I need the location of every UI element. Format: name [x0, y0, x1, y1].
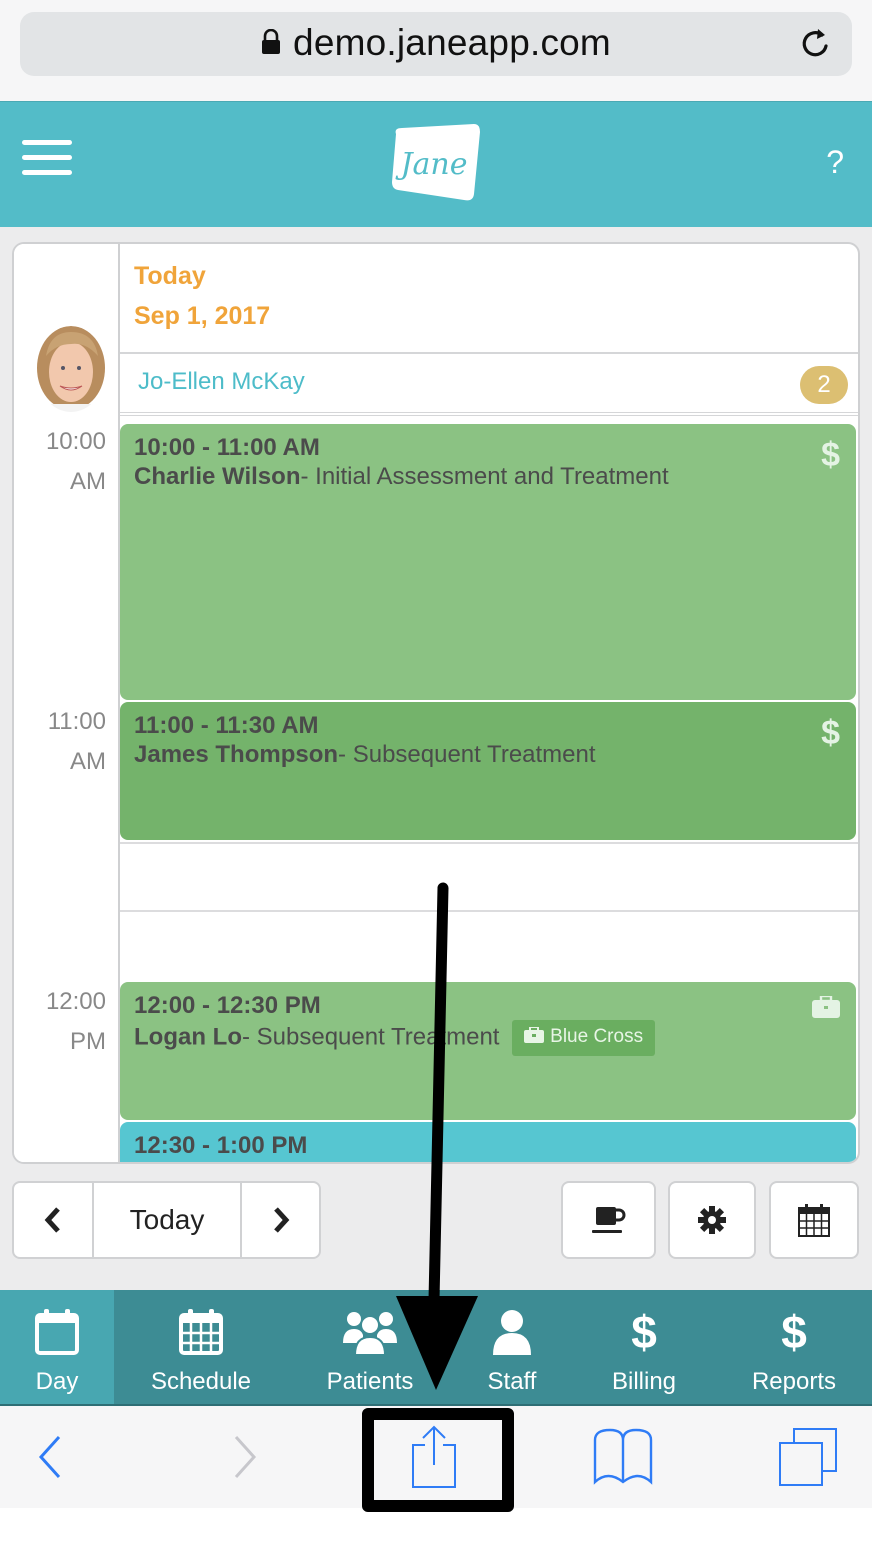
- lock-icon: [262, 29, 281, 55]
- date-navigation: Today: [12, 1181, 321, 1259]
- day-calendar: 10:00 AM 11:00 AM 12:00 PM Today Sep 1, …: [12, 242, 860, 1164]
- reload-icon[interactable]: [798, 26, 834, 62]
- bookmarks-icon: [593, 1428, 653, 1485]
- tab-patients[interactable]: Patients: [288, 1290, 452, 1404]
- next-day-button[interactable]: [242, 1183, 319, 1257]
- url-text: demo.janeapp.com: [293, 22, 611, 63]
- time-label-10am-hour: 10:00: [45, 428, 106, 455]
- break-button[interactable]: [561, 1181, 656, 1259]
- today-button[interactable]: Today: [94, 1183, 242, 1257]
- chevron-left-icon: [44, 1207, 60, 1233]
- dollar-icon: $: [781, 1306, 807, 1358]
- jane-logo[interactable]: Jane: [388, 124, 484, 202]
- app-header: Jane ?: [0, 101, 872, 227]
- appointment-card[interactable]: 11:00 - 11:30 AM James Thompson- Subsequ…: [120, 702, 856, 840]
- appointment-card[interactable]: 12:00 - 12:30 PM Logan Lo- Subsequent Tr…: [120, 982, 856, 1120]
- briefcase-icon: [812, 996, 840, 1018]
- day-header: Today Sep 1, 2017: [120, 244, 858, 354]
- tab-schedule[interactable]: Schedule: [114, 1290, 288, 1404]
- tab-label: Schedule: [150, 1368, 252, 1395]
- insurance-name: Blue Cross: [550, 1026, 644, 1047]
- tab-reports[interactable]: $ Reports: [716, 1290, 872, 1404]
- patient-name[interactable]: James Thompson: [134, 741, 338, 768]
- staff-person-icon: [493, 1310, 531, 1355]
- url-display[interactable]: demo.janeapp.com: [20, 12, 852, 76]
- calendar-picker-button[interactable]: [769, 1181, 859, 1259]
- appointment-time: 10:00 - 11:00 AM: [134, 434, 320, 461]
- tab-label: Patients: [326, 1368, 414, 1395]
- time-label-12pm-period: PM: [70, 1028, 106, 1055]
- treatment-name: - Initial Assessment and Treatment: [300, 463, 669, 490]
- calendar-icon: [798, 1204, 830, 1237]
- tab-billing[interactable]: $ Billing: [572, 1290, 716, 1404]
- browser-address-area: demo.janeapp.com: [0, 0, 872, 101]
- logo-text: Jane: [395, 147, 468, 182]
- coffee-icon: [591, 1207, 625, 1233]
- tab-day[interactable]: Day: [0, 1290, 114, 1404]
- back-icon: [38, 1435, 61, 1479]
- date-label: Sep 1, 2017: [134, 302, 271, 330]
- tab-label: Day: [35, 1368, 79, 1395]
- patients-group-icon: [343, 1312, 397, 1355]
- tab-label: Reports: [751, 1368, 837, 1395]
- time-label-10am-period: AM: [70, 468, 106, 495]
- hamburger-menu-icon[interactable]: [22, 140, 74, 180]
- time-label-11am-hour: 11:00: [47, 708, 106, 735]
- time-column: 10:00 AM 11:00 AM 12:00 PM: [14, 244, 120, 1162]
- tabs-button[interactable]: [776, 1406, 840, 1508]
- forward-icon: [234, 1435, 257, 1479]
- tabs-icon: [779, 1428, 837, 1486]
- patient-name[interactable]: Logan Lo: [134, 1023, 242, 1050]
- staff-header[interactable]: Jo-Ellen McKay 2: [120, 354, 858, 416]
- appointment-card[interactable]: 10:00 - 11:00 AM Charlie Wilson- Initial…: [120, 424, 856, 700]
- appointment-count-badge: 2: [800, 366, 848, 404]
- dollar-icon: $: [821, 436, 840, 474]
- treatment-name: - Subsequent Treatment: [241, 1023, 500, 1051]
- treatment-name: - Subsequent Treatment: [338, 741, 596, 768]
- dollar-icon: $: [631, 1306, 657, 1358]
- forward-button[interactable]: [225, 1406, 265, 1508]
- settings-button[interactable]: [668, 1181, 756, 1259]
- help-icon[interactable]: ?: [826, 144, 844, 181]
- calendar-day-icon: [35, 1309, 79, 1355]
- back-button[interactable]: [30, 1406, 70, 1508]
- appointment-time: 12:00 - 12:30 PM: [134, 992, 321, 1019]
- time-label-11am-period: AM: [70, 748, 106, 775]
- prev-day-button[interactable]: [14, 1183, 94, 1257]
- annotation-highlight-box: [362, 1408, 514, 1512]
- appointment-card[interactable]: 12:30 - 1:00 PM: [120, 1122, 856, 1162]
- tab-label: Staff: [487, 1368, 537, 1395]
- address-bar[interactable]: demo.janeapp.com: [20, 12, 852, 76]
- calendar-grid-icon: [179, 1309, 223, 1355]
- time-label-12pm-hour: 12:00: [45, 988, 106, 1015]
- staff-name[interactable]: Jo-Ellen McKay: [138, 368, 305, 396]
- appointment-time: 11:00 - 11:30 AM: [134, 712, 319, 739]
- slot-divider: [120, 910, 858, 912]
- slot-divider: [120, 842, 858, 844]
- staff-avatar[interactable]: [36, 326, 106, 412]
- insurance-badge: Blue Cross: [512, 1020, 656, 1056]
- chevron-right-icon: [273, 1207, 289, 1233]
- dollar-icon: $: [821, 714, 840, 752]
- gear-icon: [698, 1206, 726, 1234]
- app-tab-bar: Day Schedule Patients Staff $ Billing $ …: [0, 1290, 872, 1406]
- bookmarks-button[interactable]: [590, 1406, 656, 1508]
- appointment-time: 12:30 - 1:00 PM: [134, 1132, 308, 1159]
- tab-staff[interactable]: Staff: [452, 1290, 572, 1404]
- briefcase-icon: [524, 1027, 545, 1044]
- tab-label: Billing: [611, 1368, 677, 1395]
- patient-name[interactable]: Charlie Wilson: [134, 463, 300, 490]
- screen: demo.janeapp.com Jane ? 10:00 AM 11:00 A…: [0, 0, 872, 1556]
- day-label: Today: [134, 262, 206, 290]
